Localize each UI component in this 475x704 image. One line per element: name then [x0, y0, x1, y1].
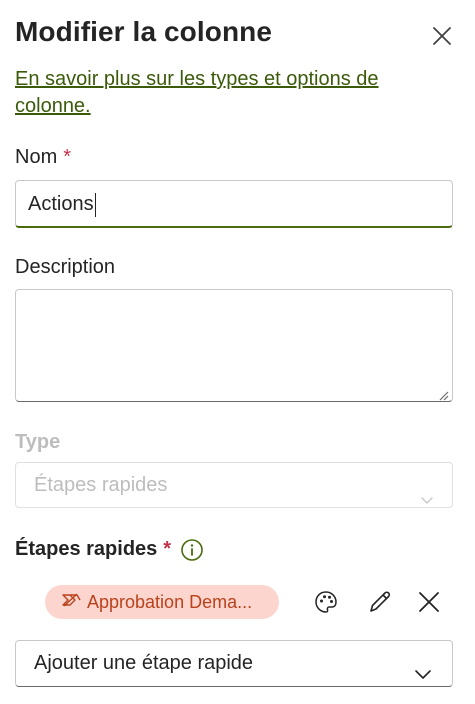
remove-icon[interactable]: [416, 589, 442, 615]
text-caret: [94, 192, 97, 217]
info-icon[interactable]: [180, 538, 204, 562]
add-quick-step-placeholder: Ajouter une étape rapide: [34, 652, 254, 674]
type-select: Étapes rapides: [15, 462, 453, 508]
quick-step-icon: [61, 592, 81, 613]
quick-steps-label-text: Étapes rapides: [15, 538, 158, 560]
name-label-text: Nom: [15, 146, 58, 168]
quick-step-chip[interactable]: Approbation Dema...: [45, 585, 279, 619]
resize-grip-icon[interactable]: [439, 388, 449, 401]
type-label: Type: [15, 431, 61, 453]
palette-icon[interactable]: [313, 589, 339, 615]
add-quick-step-dropdown[interactable]: Ajouter une étape rapide: [15, 640, 453, 687]
chevron-down-icon: [420, 479, 434, 504]
close-icon[interactable]: [430, 24, 454, 48]
chevron-down-icon: [414, 655, 432, 679]
name-label: Nom *: [15, 146, 71, 169]
edit-icon[interactable]: [367, 589, 393, 615]
learn-more-link[interactable]: En savoir plus sur les types et options …: [15, 66, 435, 120]
quick-step-label: Approbation Dema...: [87, 591, 253, 612]
panel-title: Modifier la colonne: [15, 16, 273, 47]
type-select-value: Étapes rapides: [34, 474, 168, 496]
name-input[interactable]: Actions: [15, 180, 453, 228]
required-mark: *: [163, 538, 172, 560]
description-label: Description: [15, 256, 116, 278]
name-input-value: Actions: [28, 193, 94, 215]
description-textarea[interactable]: [15, 289, 453, 402]
quick-steps-label: Étapes rapides *: [15, 538, 171, 561]
required-mark: *: [63, 146, 72, 168]
